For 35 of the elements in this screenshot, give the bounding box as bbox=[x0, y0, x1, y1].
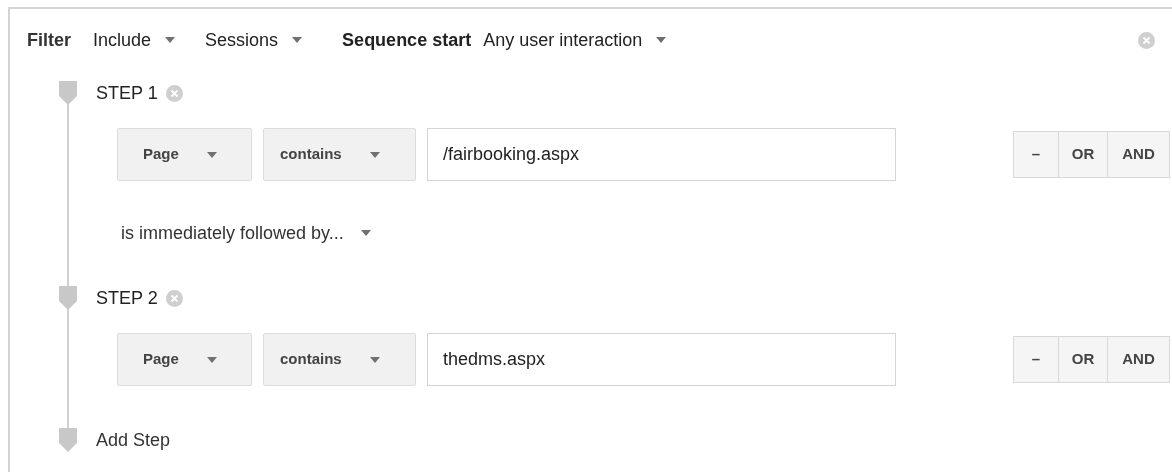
dimension-dropdown[interactable]: Page bbox=[117, 333, 252, 386]
caret-icon bbox=[206, 151, 217, 158]
sequence-type-dropdown[interactable]: is immediately followed by... bbox=[121, 219, 371, 247]
value-input-field[interactable]: /fairbooking.aspx bbox=[427, 128, 896, 181]
value-input-field[interactable]: thedms.aspx bbox=[427, 333, 896, 386]
close-icon[interactable] bbox=[165, 289, 183, 307]
logic-button[interactable]: OR bbox=[1058, 336, 1108, 383]
sequence-dropdown[interactable]: Any user interaction bbox=[483, 26, 667, 54]
add-step-link[interactable]: Add Step bbox=[96, 426, 171, 454]
sequence-label: Sequence start bbox=[342, 28, 472, 52]
caret-icon bbox=[292, 37, 303, 43]
logic-button[interactable]: – bbox=[1013, 336, 1059, 383]
dimension-dropdown[interactable]: Page bbox=[117, 128, 252, 181]
logic-button[interactable]: AND bbox=[1107, 131, 1170, 178]
step-marker-icon bbox=[59, 286, 77, 310]
logic-button[interactable]: – bbox=[1013, 131, 1059, 178]
caret-icon bbox=[656, 37, 667, 43]
operator-dropdown[interactable]: contains bbox=[263, 128, 416, 181]
filter-label: Filter bbox=[27, 28, 71, 52]
step-marker-icon bbox=[59, 81, 77, 105]
caret-icon bbox=[369, 356, 380, 363]
caret-icon bbox=[369, 151, 380, 158]
step-title: STEP 1 bbox=[96, 81, 158, 105]
caret-icon bbox=[165, 37, 176, 43]
dropdown[interactable]: Include bbox=[93, 26, 176, 54]
logic-button[interactable]: OR bbox=[1058, 131, 1108, 178]
logic-button[interactable]: AND bbox=[1107, 336, 1170, 383]
close-icon[interactable] bbox=[165, 84, 183, 102]
caret-icon bbox=[360, 230, 371, 236]
step-title: STEP 2 bbox=[96, 286, 158, 310]
step-marker-icon bbox=[59, 428, 77, 452]
caret-icon bbox=[206, 356, 217, 363]
operator-dropdown[interactable]: contains bbox=[263, 333, 416, 386]
close-icon[interactable] bbox=[1138, 31, 1155, 49]
dropdown[interactable]: Sessions bbox=[205, 26, 303, 54]
